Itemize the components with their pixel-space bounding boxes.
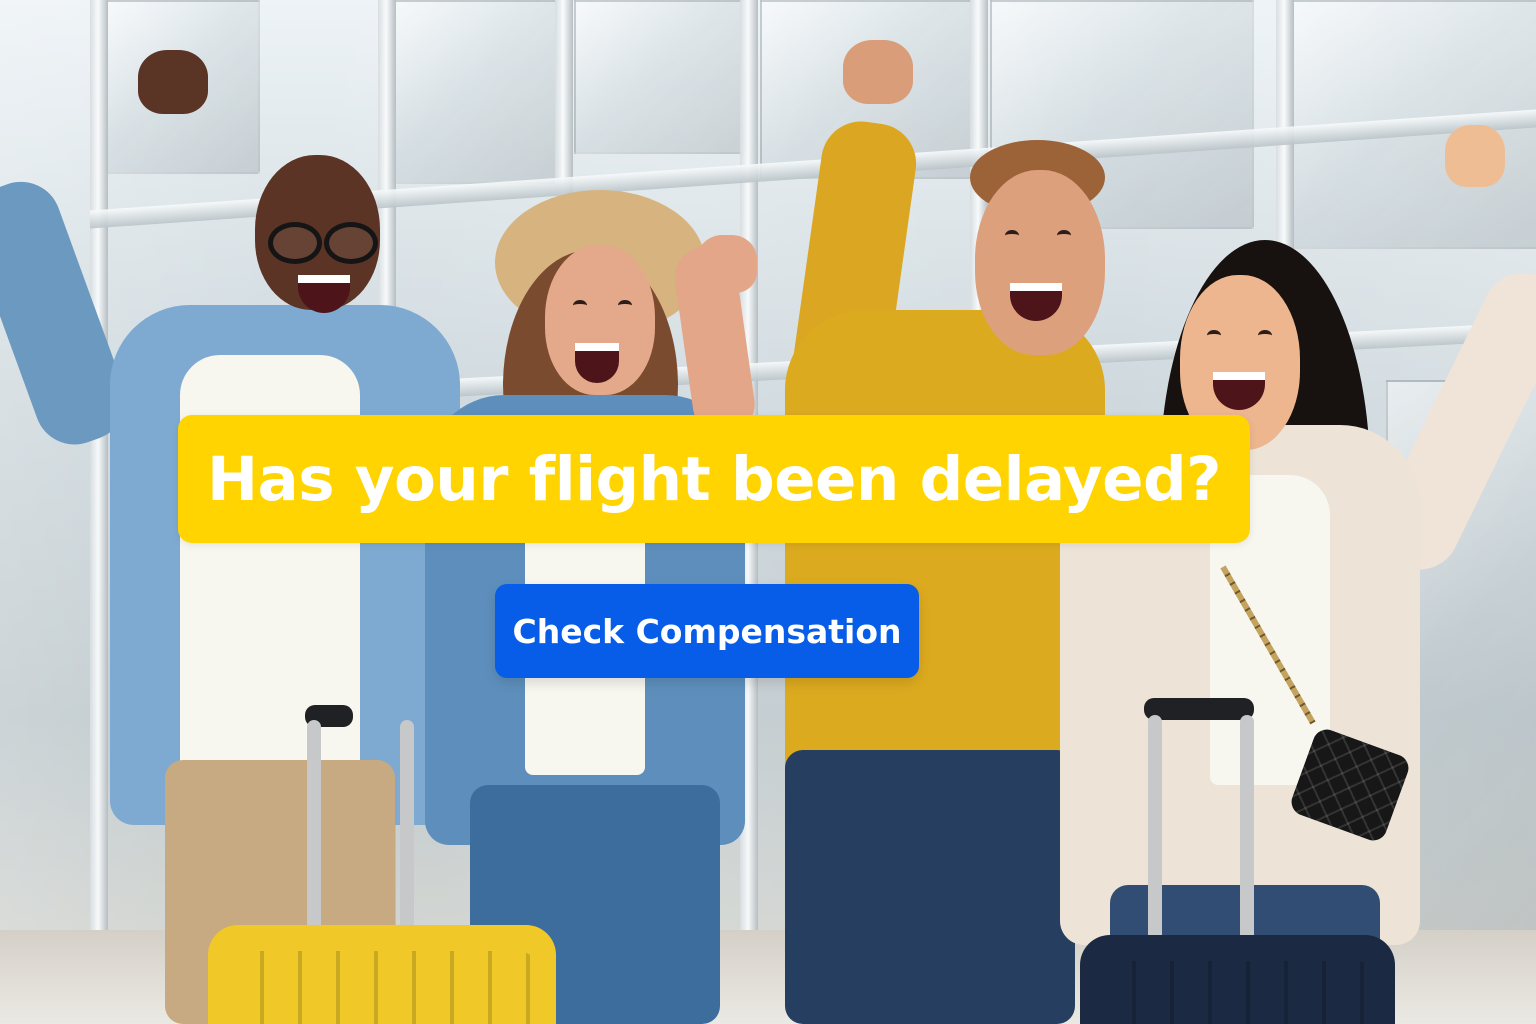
smiling-eye	[1005, 230, 1019, 241]
yellow-hard-shell-suitcase	[208, 925, 556, 1024]
dark-jeans	[785, 750, 1075, 1024]
check-compensation-button[interactable]: Check Compensation	[495, 584, 919, 678]
mustard-shirt	[785, 310, 1105, 810]
eyeglasses	[268, 222, 322, 264]
navy-hard-shell-suitcase	[1080, 935, 1395, 1024]
suitcase-handle-pole	[400, 720, 414, 940]
page-title: Has your flight been delayed?	[206, 443, 1222, 515]
winking-eye	[618, 300, 632, 311]
raised-fist	[843, 40, 913, 104]
raised-fist	[697, 235, 757, 293]
glass-pane	[574, 0, 748, 154]
smiling-eye	[573, 300, 587, 311]
headline-banner: Has your flight been delayed?	[178, 415, 1250, 543]
smiling-eye	[1207, 330, 1221, 341]
eyeglasses	[324, 222, 378, 264]
flight-delay-hero-banner: Has your flight been delayed? Check Comp…	[0, 0, 1536, 1024]
suitcase-handle-pole	[307, 720, 321, 940]
suitcase-handle-pole	[1148, 715, 1162, 945]
raised-fist	[138, 50, 208, 114]
traveler-right-crossbody	[1060, 125, 1536, 1024]
smiling-eye	[1258, 330, 1272, 341]
suitcase-handle-pole	[1240, 715, 1254, 945]
raised-fist	[1445, 125, 1505, 187]
